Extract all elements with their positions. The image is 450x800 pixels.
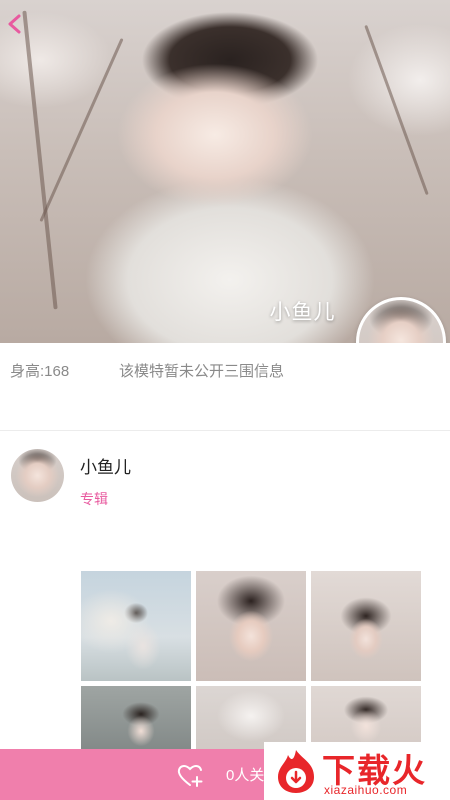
branch-decoration [364,24,429,196]
watermark: 下载火 xiazaihuo.com [264,742,450,800]
model-avatar-small[interactable] [11,449,64,502]
heart-plus-icon [177,764,203,787]
branch-decoration [39,38,124,222]
flame-logo-icon [278,750,314,793]
profile-name[interactable]: 小鱼儿 [80,453,131,478]
watermark-url: xiazaihuo.com [324,783,408,797]
section-divider [0,430,450,431]
album-link[interactable]: 专辑 [80,489,108,509]
model-info-row: 身高:168 该模特暂未公开三围信息 [0,343,450,429]
chevron-left-icon[interactable] [4,10,26,38]
branch-decoration [22,10,58,310]
photo-thumbnail[interactable] [311,571,421,681]
height-label: 身高:168 [10,363,70,380]
measurements-label: 该模特暂未公开三围信息 [119,363,285,380]
photo-thumbnail[interactable] [196,571,306,681]
hero-model-name: 小鱼儿 [269,301,336,324]
follow-count-label: 0人关 [226,767,265,784]
photo-thumbnail[interactable] [81,571,191,681]
hero-banner: 小鱼儿 [0,0,450,343]
